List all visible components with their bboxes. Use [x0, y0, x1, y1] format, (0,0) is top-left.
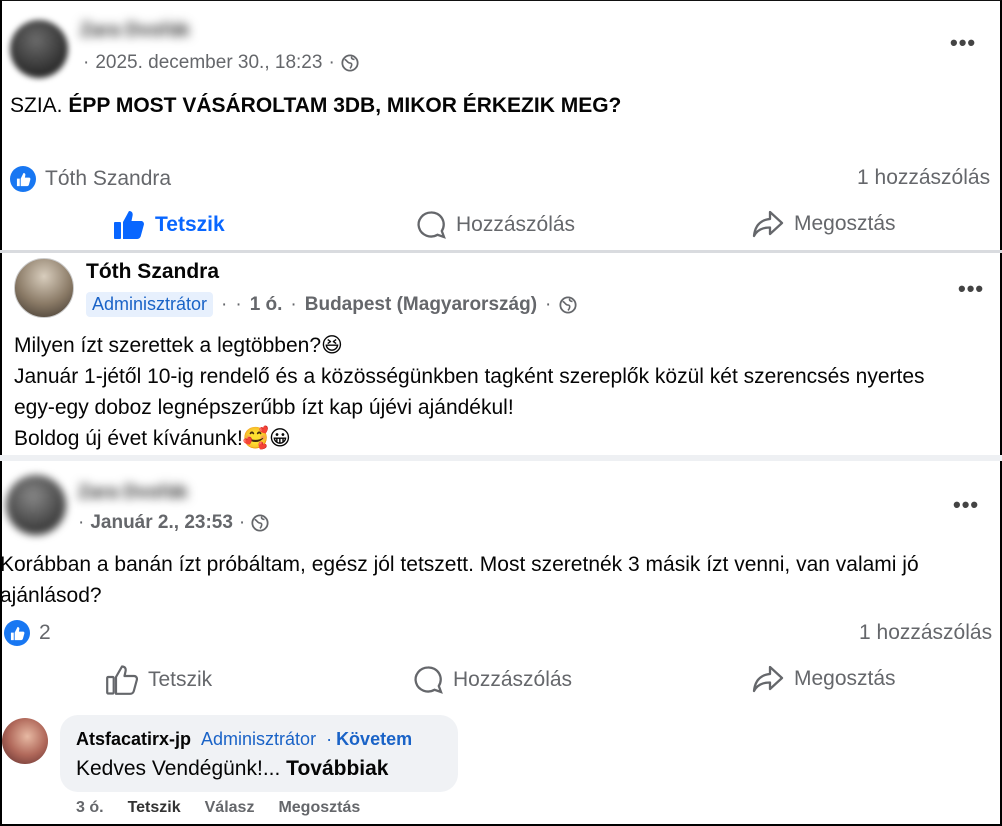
like-label: Tetszik [148, 668, 213, 691]
thumb-up-icon [113, 210, 145, 240]
divider [0, 455, 1002, 461]
comment-label: Hozzászólás [453, 668, 573, 691]
like-label: Tetszik [155, 213, 225, 236]
comment-label: Hozzászólás [456, 213, 576, 236]
post-line: Milyen ízt szerettek a legtöbben?😆 [14, 334, 343, 357]
meta-dot: · [328, 52, 335, 73]
share-icon [752, 210, 784, 238]
post-author[interactable]: Zara Dvořák [78, 482, 188, 504]
admin-badge: Adminisztrátor [86, 292, 214, 317]
meta-dot: · [78, 512, 85, 533]
globe-icon [251, 514, 269, 532]
meta-dot: · [221, 293, 228, 315]
globe-icon [341, 54, 359, 72]
comment-count[interactable]: 1 hozzászólás [859, 621, 992, 645]
meta-dot: · [235, 293, 242, 315]
post-text-prefix: SZIA. [10, 94, 69, 117]
share-button[interactable]: Megosztás [752, 210, 896, 238]
more-options-icon[interactable]: ••• [953, 492, 979, 518]
post-author[interactable]: Tóth Szandra [86, 260, 219, 284]
reply-text: Kedves Vendégünk!... Továbbiak [76, 757, 388, 781]
meta-dot: · [290, 293, 297, 315]
post-author[interactable]: Zara Dvořák [80, 20, 190, 42]
avatar[interactable] [6, 475, 66, 535]
comment-icon [413, 665, 443, 695]
avatar[interactable] [10, 20, 68, 78]
comment-button[interactable]: Hozzászólás [413, 665, 572, 695]
divider [0, 250, 1002, 253]
share-icon [752, 665, 784, 693]
post-line: ajánlásod? [0, 584, 102, 607]
follow-link[interactable]: Követem [336, 729, 412, 750]
post-body: Milyen ízt szerettek a legtöbben?😆 Januá… [14, 330, 925, 454]
more-options-icon[interactable]: ••• [950, 30, 976, 56]
post-location[interactable]: Budapest (Magyarország) [305, 294, 537, 316]
more-options-icon[interactable]: ••• [958, 276, 984, 302]
reaction-summary[interactable]: 2 [4, 620, 51, 646]
post-line: Január 1-jétől 10-ig rendelő és a közöss… [14, 365, 925, 388]
post-line: Boldog új évet kívánunk!🥰😀 [14, 427, 291, 450]
meta-dot: · [83, 52, 90, 73]
post-meta: · Január 2., 23:53 · [78, 512, 269, 534]
reply-actions: 3 ó. Tetszik Válasz Megosztás [76, 799, 360, 817]
reply-bubble: Atsfacatirx-jp Adminisztrátor · Követem … [60, 715, 458, 792]
post-text-bold: ÉPP MOST VÁSÁROLTAM 3DB, MIKOR ÉRKEZIK M… [68, 94, 622, 117]
share-button[interactable]: Megosztás [752, 665, 896, 693]
post-timestamp[interactable]: 1 ó. [250, 294, 283, 316]
post-body: Korábban a banán ízt próbáltam, egész jó… [0, 549, 919, 611]
comment-count[interactable]: 1 hozzászólás [857, 166, 990, 190]
reply-author[interactable]: Atsfacatirx-jp [76, 729, 191, 750]
share-label: Megosztás [794, 212, 896, 235]
like-badge-icon [10, 166, 36, 192]
like-button[interactable]: Tetszik [113, 210, 225, 240]
liker-name[interactable]: Tóth Szandra [45, 167, 171, 191]
post-line: egy-egy doboz legnépszerűbb ízt kap újév… [14, 396, 514, 419]
post-meta: · 2025. december 30., 18:23 · [83, 52, 359, 74]
reply-role: Adminisztrátor [201, 729, 317, 749]
comment-button[interactable]: Hozzászólás [416, 210, 575, 240]
like-badge-icon [4, 620, 30, 646]
post-meta: Adminisztrátor · · 1 ó. · Budapest (Magy… [86, 292, 577, 317]
reaction-summary[interactable]: Tóth Szandra [10, 166, 171, 192]
post-timestamp[interactable]: Január 2., 23:53 [90, 512, 233, 534]
reply-text-body: Kedves Vendégünk!... [76, 757, 281, 780]
reply-answer-button[interactable]: Válasz [205, 799, 255, 817]
admin-avatar[interactable] [14, 258, 74, 318]
share-label: Megosztás [794, 667, 896, 690]
meta-dot: · [545, 293, 552, 315]
reply-time[interactable]: 3 ó. [76, 799, 104, 817]
reply-header: Atsfacatirx-jp Adminisztrátor · Követem [76, 729, 412, 750]
reply-like-button[interactable]: Tetszik [128, 799, 181, 817]
post-timestamp[interactable]: 2025. december 30., 18:23 [95, 52, 322, 74]
like-button[interactable]: Tetszik [106, 665, 212, 695]
meta-dot: · [238, 512, 246, 533]
see-more-link[interactable]: Továbbiak [286, 757, 388, 780]
reply-avatar[interactable] [2, 718, 48, 764]
reply-share-button[interactable]: Megosztás [278, 799, 360, 817]
like-count[interactable]: 2 [39, 621, 51, 645]
post-line: Korábban a banán ízt próbáltam, egész jó… [0, 553, 919, 576]
post-text: SZIA. ÉPP MOST VÁSÁROLTAM 3DB, MIKOR ÉRK… [10, 90, 621, 121]
globe-icon [559, 295, 577, 314]
thumb-up-icon [106, 665, 138, 695]
meta-dot: · [326, 729, 333, 749]
comment-icon [416, 210, 446, 240]
